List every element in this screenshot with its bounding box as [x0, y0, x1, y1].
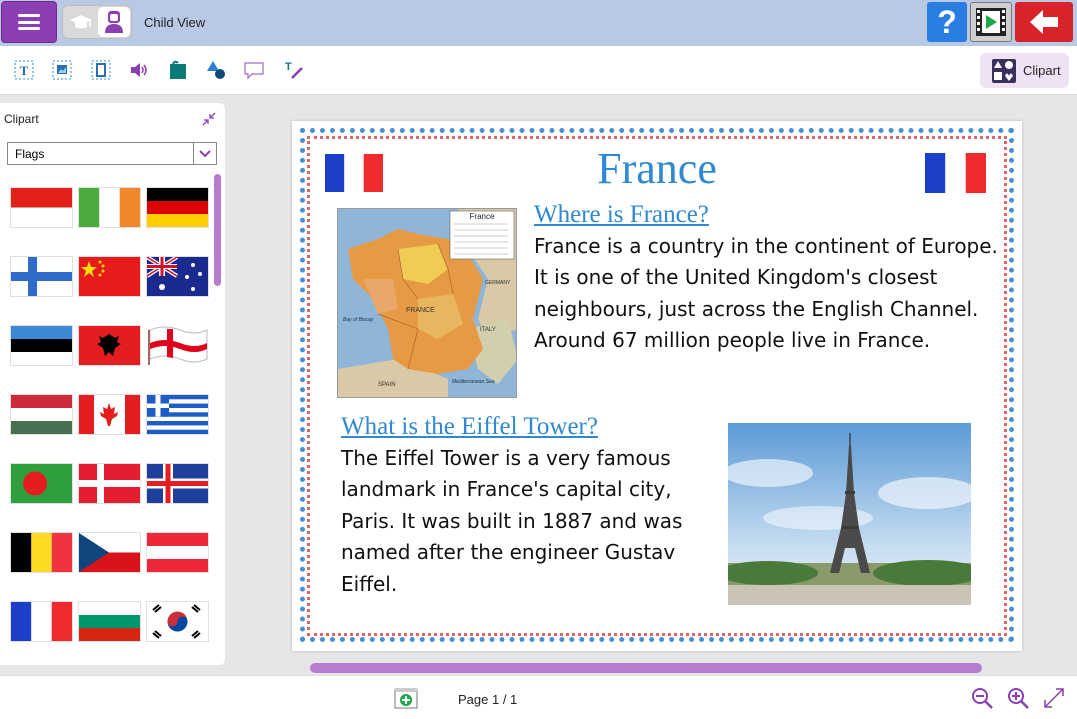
- shapes-tool-icon[interactable]: [204, 58, 228, 82]
- flag-south-korea[interactable]: [147, 602, 208, 641]
- france-flag-left[interactable]: [325, 154, 383, 197]
- france-map-image[interactable]: France FRANCE GERMANY ITALY SPAIN Bay of…: [337, 208, 517, 398]
- map-label-bay: Bay of Biscay: [343, 317, 374, 323]
- play-slideshow-button[interactable]: [970, 2, 1012, 42]
- zoom-out-icon[interactable]: [970, 686, 994, 710]
- flag-england[interactable]: [147, 326, 208, 365]
- speech-bubble-icon[interactable]: [242, 58, 266, 82]
- map-legend-title: France: [470, 212, 495, 221]
- view-label: Child View: [144, 15, 206, 30]
- clipart-button[interactable]: Clipart: [980, 53, 1069, 88]
- paragraph-1-text: France is a country in the continent of …: [534, 234, 998, 321]
- film-play-icon: [976, 8, 1006, 36]
- back-button[interactable]: [1015, 2, 1073, 42]
- flag-canada[interactable]: [79, 395, 140, 434]
- flag-finland[interactable]: [11, 257, 72, 296]
- teacher-view-button[interactable]: [65, 8, 97, 36]
- flag-indonesia[interactable]: [11, 188, 72, 227]
- image-tool-icon[interactable]: [50, 58, 74, 82]
- flag-denmark[interactable]: [79, 464, 140, 503]
- toolbar: T T Clipart: [0, 46, 1077, 95]
- child-view-button[interactable]: [98, 7, 130, 37]
- child-icon: [105, 11, 123, 33]
- arrow-left-icon: [1030, 10, 1058, 34]
- view-toggle[interactable]: [62, 5, 132, 39]
- heading-eiffel-tower[interactable]: What is the Eiffel Tower?: [341, 413, 598, 441]
- flag-bulgaria[interactable]: [79, 602, 140, 641]
- resize-tool-icon[interactable]: [89, 58, 113, 82]
- flag-greece[interactable]: [147, 395, 208, 434]
- add-page-button[interactable]: [394, 687, 418, 709]
- chevron-down-icon: [193, 143, 216, 164]
- page-title[interactable]: France: [552, 143, 762, 194]
- horizontal-scrollbar[interactable]: [310, 663, 982, 673]
- heading-where-is-france[interactable]: Where is France?: [534, 201, 709, 229]
- clipart-panel: Clipart Flags: [0, 103, 225, 665]
- flag-ireland[interactable]: [79, 188, 140, 227]
- map-label-france: FRANCE: [406, 307, 435, 314]
- clipart-panel-title: Clipart: [4, 112, 39, 126]
- sound-tool-icon[interactable]: [127, 58, 151, 82]
- paragraph-eiffel-tower[interactable]: The Eiffel Tower is a very famous landma…: [341, 443, 711, 600]
- category-select[interactable]: Flags: [7, 142, 217, 165]
- flag-australia[interactable]: [147, 257, 208, 296]
- document-page: France France FRANCE GERMANY ITALY SPAIN…: [292, 121, 1022, 651]
- page-indicator: Page 1 / 1: [458, 692, 518, 707]
- flag-france[interactable]: [11, 602, 72, 641]
- map-label-spain: SPAIN: [378, 382, 396, 388]
- svg-text:T: T: [20, 63, 29, 78]
- paragraph-1-population: Around 67 million people live in France.: [534, 328, 931, 353]
- clipart-icon: [992, 58, 1016, 83]
- zoom-in-icon[interactable]: [1006, 686, 1030, 710]
- flag-iceland[interactable]: [147, 464, 208, 503]
- flag-albania[interactable]: [79, 326, 140, 365]
- help-button[interactable]: ?: [927, 2, 967, 42]
- flag-austria[interactable]: [147, 533, 208, 572]
- top-bar: Child View ?: [0, 0, 1077, 46]
- flag-hungary[interactable]: [11, 395, 72, 434]
- fill-tool-icon[interactable]: [166, 58, 190, 82]
- map-label-italy: ITALY: [480, 327, 496, 333]
- flag-estonia[interactable]: [11, 326, 72, 365]
- menu-button[interactable]: [1, 1, 57, 43]
- hamburger-icon: [18, 14, 40, 30]
- help-icon: ?: [937, 3, 957, 40]
- eiffel-tower-image[interactable]: [728, 423, 971, 605]
- sidebar-scrollbar[interactable]: [214, 174, 221, 286]
- flag-germany[interactable]: [147, 188, 208, 227]
- svg-text:T: T: [285, 61, 292, 73]
- add-page-icon: [394, 688, 418, 709]
- footer-bar: Page 1 / 1: [0, 675, 1077, 719]
- flag-belgium[interactable]: [11, 533, 72, 572]
- flag-bangladesh[interactable]: [11, 464, 72, 503]
- map-label-germany: GERMANY: [485, 280, 511, 286]
- fullscreen-icon[interactable]: [1042, 686, 1066, 710]
- map-label-sea: Mediterranean Sea: [452, 379, 495, 385]
- collapse-icon[interactable]: [201, 111, 217, 127]
- flag-china[interactable]: [79, 257, 140, 296]
- text-style-icon[interactable]: T: [282, 58, 306, 82]
- category-value: Flags: [15, 146, 45, 161]
- clipart-label: Clipart: [1023, 63, 1061, 78]
- graduation-cap-icon: [70, 15, 92, 29]
- text-tool-icon[interactable]: T: [12, 58, 36, 82]
- paragraph-where-is-france[interactable]: France is a country in the continent of …: [534, 231, 1004, 357]
- flag-czech-republic[interactable]: [79, 533, 140, 572]
- france-flag-right[interactable]: [925, 153, 986, 198]
